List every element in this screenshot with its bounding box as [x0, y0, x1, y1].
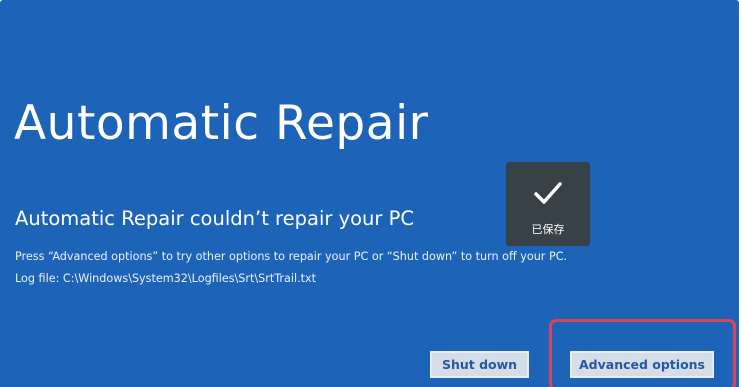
shut-down-button[interactable]: Shut down [430, 351, 529, 378]
checkmark-icon [534, 182, 562, 204]
toast-label: 已保存 [531, 223, 565, 236]
page-title: Automatic Repair [14, 96, 429, 151]
saved-toast: 已保存 [506, 162, 590, 246]
instructions-text: Press “Advanced options” to try other op… [15, 250, 568, 263]
highlight-box [549, 319, 736, 387]
error-heading: Automatic Repair couldn’t repair your PC [15, 207, 415, 230]
log-file-path: Log file: C:\Windows\System32\Logfiles\S… [15, 272, 317, 285]
automatic-repair-screen: Automatic Repair Automatic Repair couldn… [0, 0, 739, 387]
